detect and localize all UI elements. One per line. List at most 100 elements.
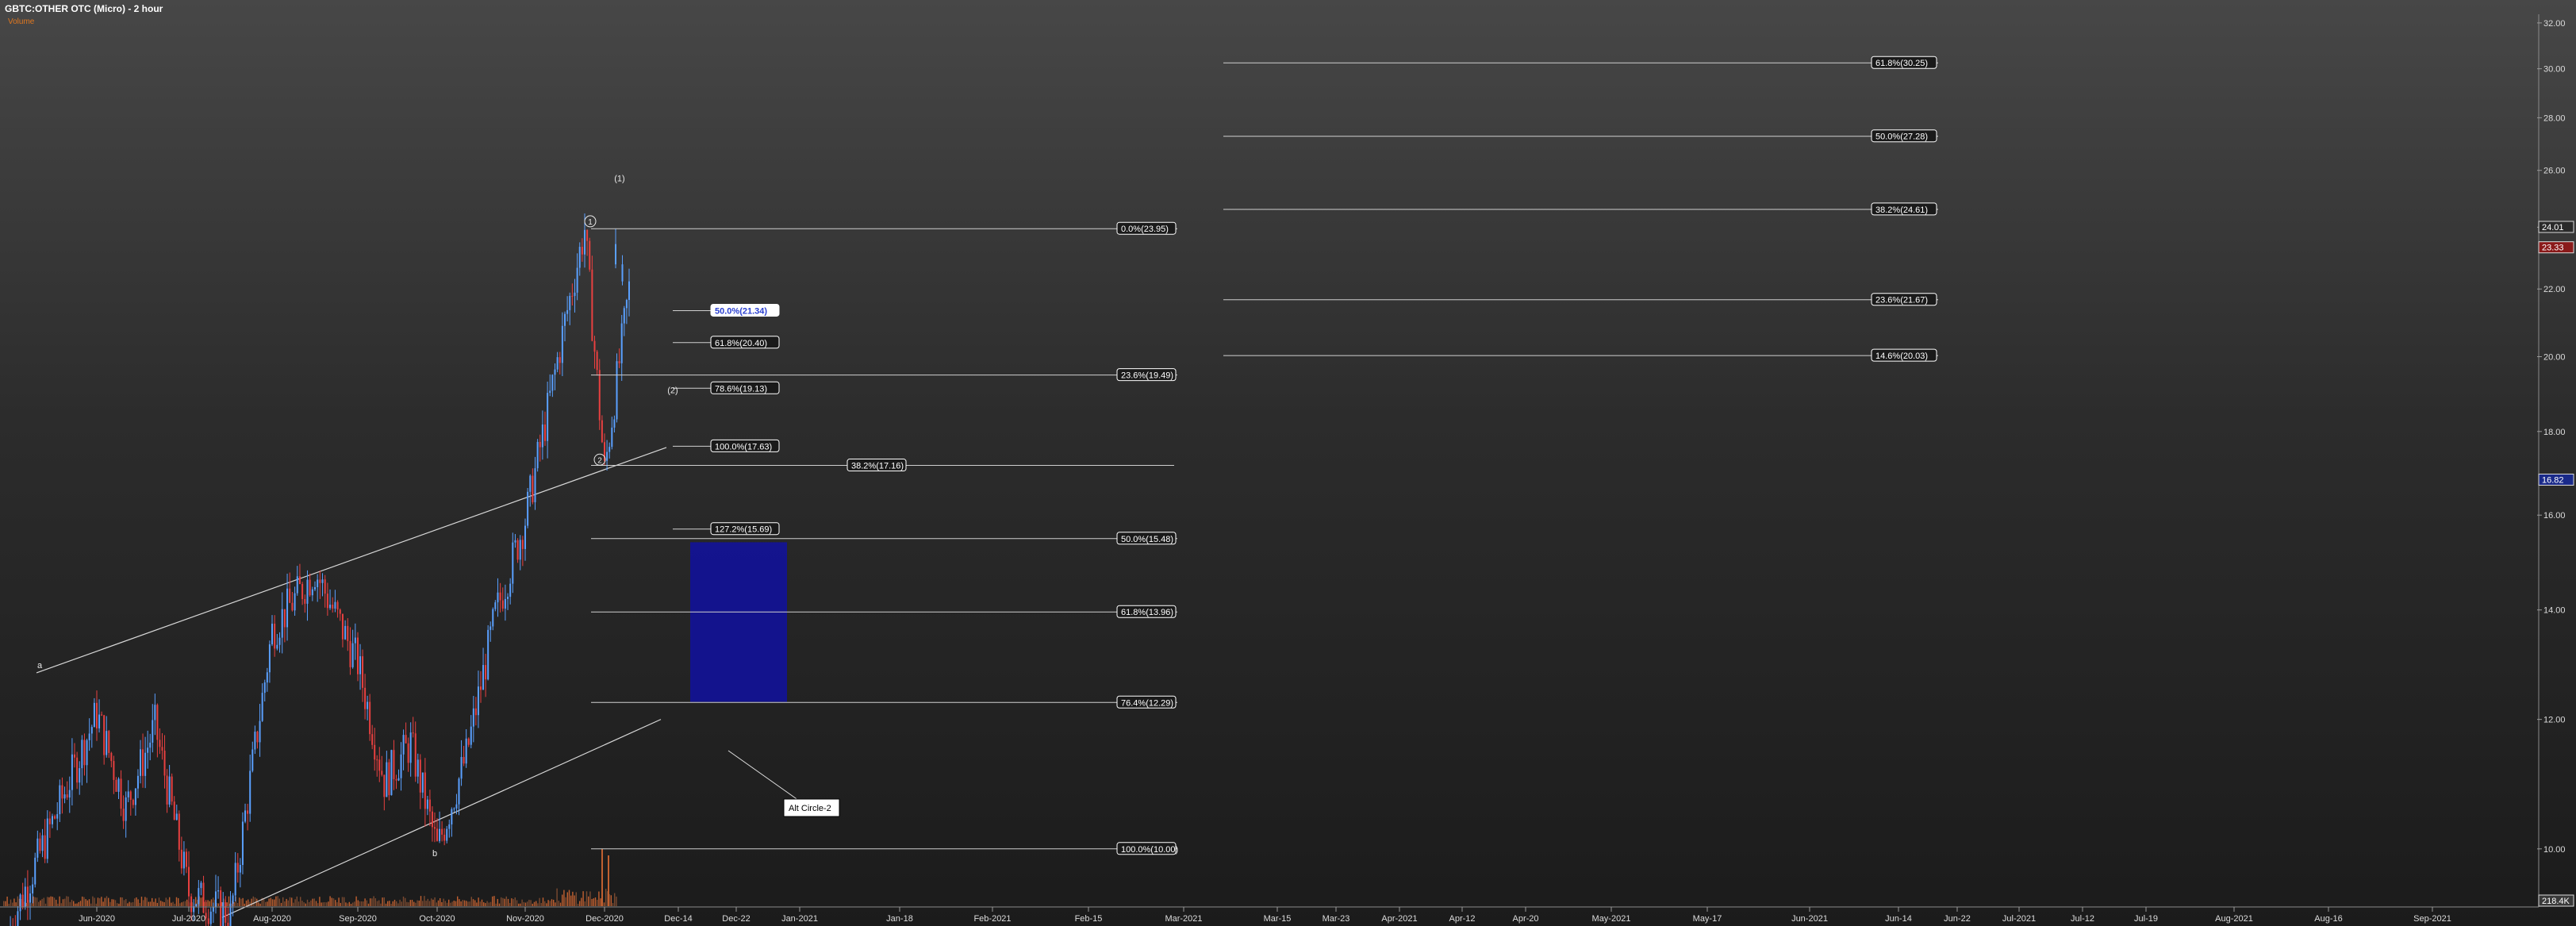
price-tag-label: 218.4K (2542, 897, 2570, 906)
volume-bar (322, 902, 324, 906)
volume-bar (460, 901, 462, 906)
candle-body (395, 779, 397, 781)
volume-bar (399, 899, 401, 906)
candle-body (182, 851, 185, 869)
volume-bar (428, 901, 431, 906)
volume-bar (99, 898, 101, 906)
volume-bar (509, 902, 511, 906)
time-tick-label: Jun-14 (1885, 914, 1912, 924)
candle-body (606, 451, 608, 461)
candle-body (152, 720, 154, 743)
volume-bar (420, 896, 422, 906)
candle-body (291, 602, 294, 611)
volume-bar (572, 891, 574, 906)
candle-body (149, 742, 152, 748)
fib-level-label: 50.0%(27.28) (1875, 133, 1928, 142)
candle-body (222, 902, 225, 926)
candle-body (96, 702, 98, 728)
candle-body (76, 757, 79, 783)
volume-bar (209, 901, 210, 906)
candle-body (541, 424, 543, 448)
time-tick-label: Sep-2020 (339, 914, 377, 924)
candle-body (414, 733, 417, 777)
volume-bar (450, 902, 451, 906)
candle-body (71, 754, 73, 790)
volume-bar (15, 902, 17, 906)
volume-bar (275, 896, 277, 906)
candle-body (200, 882, 202, 889)
candle-body (198, 888, 200, 905)
volume-bar (476, 902, 478, 906)
candle-body (93, 702, 95, 728)
candle-body (329, 605, 332, 609)
volume-bar (332, 898, 335, 906)
volume-bar (575, 892, 577, 906)
candle-body (487, 629, 489, 680)
volume-bar (387, 901, 389, 906)
volume-bar (582, 891, 584, 906)
volume-bar (390, 903, 392, 906)
volume-bar (130, 902, 132, 906)
candle-body (220, 890, 222, 926)
candle-body (371, 734, 374, 745)
volume-bar (52, 897, 53, 906)
volume-bar (172, 901, 174, 906)
candle-body (539, 441, 541, 448)
candle-body (388, 762, 390, 796)
candle-body (117, 778, 120, 792)
volume-bar (413, 901, 415, 906)
volume-bar (546, 903, 547, 906)
volume-bar (200, 897, 202, 906)
candle-body (168, 776, 171, 805)
candle-body (428, 799, 431, 812)
volume-bar (265, 901, 267, 906)
candle-body (98, 714, 101, 728)
fib-level-label: 38.2%(17.16) (851, 462, 904, 471)
time-tick-label: Aug-2020 (253, 914, 291, 924)
wave-labels: (1)(2)(3)(4)(y)ab123545B (37, 175, 678, 859)
candle-body (54, 816, 56, 819)
price-chart[interactable]: Alt Circle-2 0.0%(23.95) 23.6%(19.49) 38.2… (0, 0, 2576, 926)
volume-bar (601, 849, 603, 906)
candle-body (536, 441, 539, 469)
candle-body (46, 818, 48, 859)
volume-bar (610, 895, 612, 906)
candle-body (383, 774, 386, 797)
candle-body (509, 583, 512, 597)
time-axis[interactable]: Jun-2020 Jul-2020 Aug-2020 Sep-2020 Oct-2020… (0, 906, 2539, 924)
volume-bar (278, 898, 280, 906)
volume-bar (463, 900, 466, 906)
time-tick-label: Dec-14 (664, 914, 692, 924)
candle-body (516, 540, 519, 560)
volume-bar (287, 900, 289, 906)
volume-bar (104, 897, 106, 906)
volume-bar (178, 897, 179, 906)
candle-body (419, 759, 421, 793)
volume-bar (240, 898, 242, 906)
volume-bar (268, 898, 270, 906)
volume-bar (378, 900, 380, 906)
volume-bar (324, 901, 326, 906)
time-tick-label: Dec-22 (722, 914, 750, 924)
candle-body (618, 361, 620, 363)
candle-body (289, 588, 291, 603)
candle-body (334, 601, 336, 609)
candle-body (381, 770, 383, 775)
volume-bar (169, 897, 171, 906)
fibonacci-levels: 0.0%(23.95) 23.6%(19.49) 38.2%(17.16) 50.0%… (591, 56, 1938, 855)
price-axis[interactable]: 102.0096.0090.0086.0082.0078.0074.0070.0… (2537, 0, 2574, 907)
volume-bar (153, 901, 155, 906)
volume-bar (524, 902, 527, 906)
volume-bar (467, 901, 469, 906)
time-tick-label: Feb-15 (1075, 914, 1103, 924)
candle-body (39, 838, 41, 851)
candle-body (68, 790, 71, 798)
candle-body (147, 747, 149, 753)
candle-body (497, 592, 499, 603)
volume-bar (106, 896, 108, 906)
volume-bar (165, 897, 167, 906)
volume-bar (603, 902, 605, 906)
volume-bar (345, 902, 347, 906)
candle-body (159, 740, 161, 747)
candle-body (254, 732, 256, 750)
